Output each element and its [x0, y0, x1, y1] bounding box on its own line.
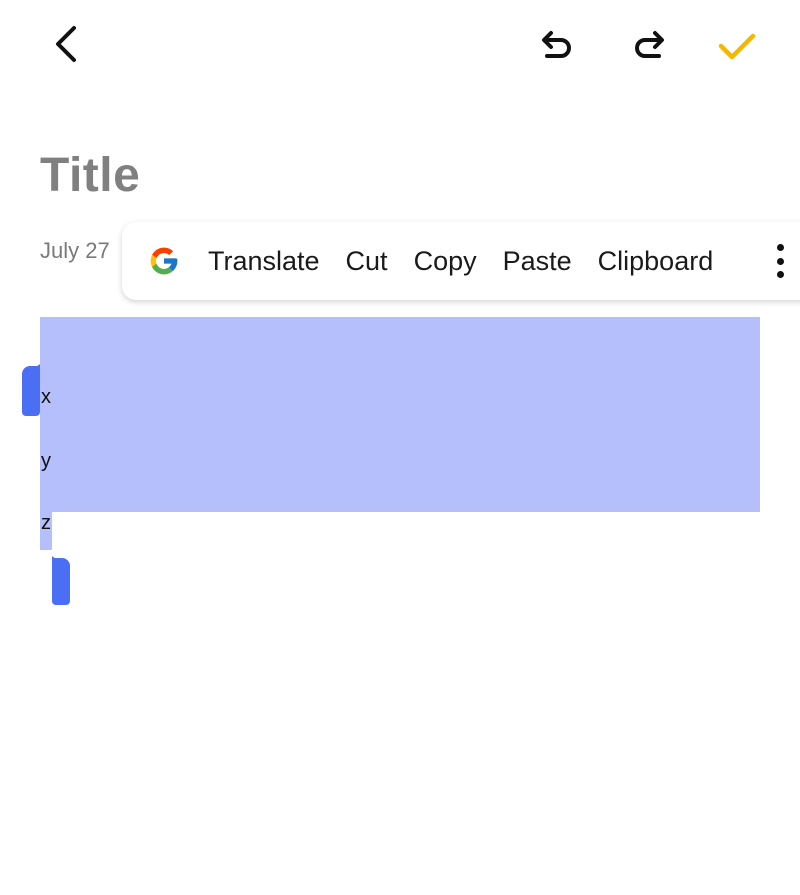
more-vertical-icon[interactable]: [768, 244, 792, 278]
menu-item-paste[interactable]: Paste: [503, 246, 572, 277]
text-selection-menu: Translate Cut Copy Paste Clipboard: [122, 222, 800, 300]
note-title-placeholder[interactable]: Title: [40, 148, 140, 203]
redo-button[interactable]: [622, 24, 676, 68]
note-line[interactable]: x: [41, 386, 51, 409]
back-button[interactable]: [44, 22, 88, 66]
confirm-button[interactable]: [710, 24, 764, 68]
menu-item-copy[interactable]: Copy: [414, 246, 477, 277]
note-line[interactable]: z: [41, 512, 51, 535]
selection-start-handle[interactable]: [22, 364, 40, 416]
undo-icon: [542, 31, 571, 58]
selection-end-handle[interactable]: [52, 556, 70, 605]
more-dot: [776, 257, 784, 265]
note-date: July 27: [40, 238, 110, 263]
menu-item-translate[interactable]: Translate: [208, 246, 320, 277]
text-selection-highlight: [40, 317, 760, 512]
note-line[interactable]: y: [41, 450, 51, 473]
back-arrow-icon: [56, 26, 76, 62]
google-g-icon[interactable]: [148, 245, 180, 277]
undo-button[interactable]: [530, 24, 584, 68]
more-dot: [776, 244, 784, 251]
menu-item-clipboard[interactable]: Clipboard: [598, 246, 714, 277]
redo-icon: [635, 31, 664, 58]
more-dot: [776, 271, 784, 278]
menu-item-cut[interactable]: Cut: [346, 246, 388, 277]
checkmark-icon: [718, 33, 756, 60]
